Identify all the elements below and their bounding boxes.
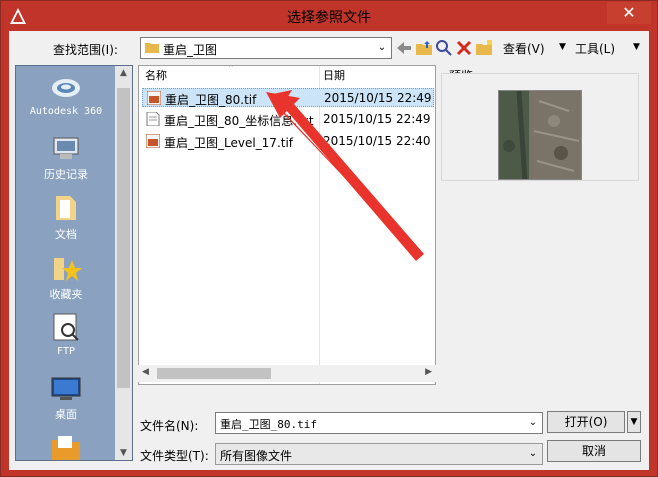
- file-date: 2015/10/15 22:49: [324, 91, 432, 105]
- places-scrollbar[interactable]: ▲ ▼: [115, 66, 132, 460]
- file-row[interactable]: 重启_卫图_Level_17.tif 2015/10/15 22:40: [142, 132, 434, 151]
- open-button[interactable]: 打开(O): [547, 411, 625, 433]
- column-header-name[interactable]: 名称: [145, 67, 167, 85]
- file-name: 重启_卫图_80_坐标信息.txt: [164, 114, 314, 128]
- place-desktop[interactable]: 桌面: [16, 372, 116, 422]
- column-header-date[interactable]: 日期: [323, 67, 345, 85]
- places-bar: Autodesk 360 历史记录 文档 收藏夹 FTP 桌面 ▲ ▼: [15, 65, 133, 461]
- place-label: Autodesk 360: [29, 106, 103, 117]
- lookin-combo[interactable]: 重启_卫图 ⌄: [140, 37, 392, 59]
- window-title: 选择参照文件: [287, 10, 371, 26]
- column-divider[interactable]: [435, 66, 436, 385]
- satellite-preview-image: [498, 90, 582, 180]
- place-autodesk360[interactable]: Autodesk 360: [16, 72, 116, 117]
- text-file-icon: [146, 112, 160, 126]
- scroll-thumb[interactable]: [157, 368, 271, 379]
- place-favorites[interactable]: 收藏夹: [16, 252, 116, 302]
- place-ftp[interactable]: FTP: [16, 312, 116, 357]
- delete-icon[interactable]: [455, 39, 473, 57]
- place-label: 历史记录: [44, 168, 88, 181]
- place-label: 收藏夹: [49, 288, 83, 301]
- scroll-thumb[interactable]: [117, 88, 130, 388]
- tif-image-icon: [146, 134, 160, 148]
- open-dropdown-icon[interactable]: ▼: [627, 411, 641, 433]
- place-label: 文档: [55, 228, 77, 241]
- filename-value: 重启_卫图_80.tif: [220, 418, 317, 431]
- search-web-icon[interactable]: [435, 39, 453, 57]
- place-history[interactable]: 历史记录: [16, 132, 116, 182]
- file-row[interactable]: 重启_卫图_80.tif 2015/10/15 22:49: [142, 88, 434, 107]
- chevron-down-icon[interactable]: ⌄: [524, 413, 542, 433]
- cloud-icon: [52, 79, 80, 97]
- ftp-icon: [53, 313, 79, 341]
- sort-up-icon: ⌃: [227, 65, 235, 74]
- file-name: 重启_卫图_80.tif: [165, 93, 257, 107]
- file-list: 名称 ⌃ 日期 重启_卫图_80.tif 2015/10/15 22:49 重启…: [138, 65, 436, 385]
- desktop-icon: [51, 377, 81, 400]
- chevron-down-icon[interactable]: ⌄: [524, 444, 542, 464]
- back-icon[interactable]: [395, 39, 413, 57]
- scroll-down-icon[interactable]: ▼: [115, 448, 132, 458]
- place-label: FTP: [56, 346, 76, 357]
- lookin-label: 查找范围(I):: [53, 43, 118, 57]
- file-row[interactable]: 重启_卫图_80_坐标信息.txt 2015/10/15 22:49: [142, 110, 434, 129]
- history-icon: [53, 137, 79, 159]
- tools-dropdown-icon[interactable]: ▼: [633, 42, 640, 52]
- file-date: 2015/10/15 22:40: [323, 134, 431, 148]
- folder-icon: [52, 436, 80, 460]
- scroll-right-icon[interactable]: ▶: [425, 367, 432, 377]
- tools-menu[interactable]: 工具(L): [575, 40, 615, 57]
- filename-label: 文件名(N):: [140, 419, 199, 433]
- filetype-select[interactable]: 所有图像文件 ⌄: [215, 443, 543, 465]
- tif-image-icon: [147, 91, 161, 105]
- close-button[interactable]: ✕: [607, 2, 651, 24]
- dialog-client: 查找范围(I): 重启_卫图 ⌄ 查看(V) ▼ 工具(L) ▼ Autodes…: [9, 31, 649, 470]
- file-dialog-window: 选择参照文件 ✕ 查找范围(I): 重启_卫图 ⌄ 查看(V) ▼ 工具(L) …: [0, 0, 658, 477]
- place-more[interactable]: [16, 432, 116, 460]
- documents-icon: [56, 196, 76, 220]
- views-dropdown-icon[interactable]: ▼: [559, 42, 566, 52]
- file-name: 重启_卫图_Level_17.tif: [164, 136, 294, 150]
- scroll-left-icon[interactable]: ◀: [142, 367, 149, 377]
- cancel-button[interactable]: 取消: [547, 440, 641, 462]
- up-folder-icon[interactable]: [415, 39, 433, 57]
- place-documents[interactable]: 文档: [16, 192, 116, 242]
- favorites-icon: [54, 258, 82, 281]
- views-menu[interactable]: 查看(V): [503, 40, 545, 57]
- filetype-label: 文件类型(T):: [140, 449, 209, 463]
- place-label: 桌面: [55, 408, 77, 421]
- filename-input[interactable]: 重启_卫图_80.tif ⌄: [215, 412, 543, 434]
- title-bar[interactable]: 选择参照文件 ✕: [1, 1, 657, 31]
- new-folder-icon[interactable]: [475, 39, 493, 57]
- file-date: 2015/10/15 22:49: [323, 112, 431, 126]
- folder-icon: [145, 43, 159, 53]
- lookin-value: 重启_卫图: [163, 43, 218, 57]
- chevron-down-icon[interactable]: ⌄: [373, 38, 391, 58]
- filetype-value: 所有图像文件: [220, 449, 293, 463]
- scroll-up-icon[interactable]: ▲: [115, 68, 132, 78]
- preview-panel: [441, 73, 639, 181]
- file-list-hscrollbar[interactable]: ◀ ▶: [138, 365, 436, 382]
